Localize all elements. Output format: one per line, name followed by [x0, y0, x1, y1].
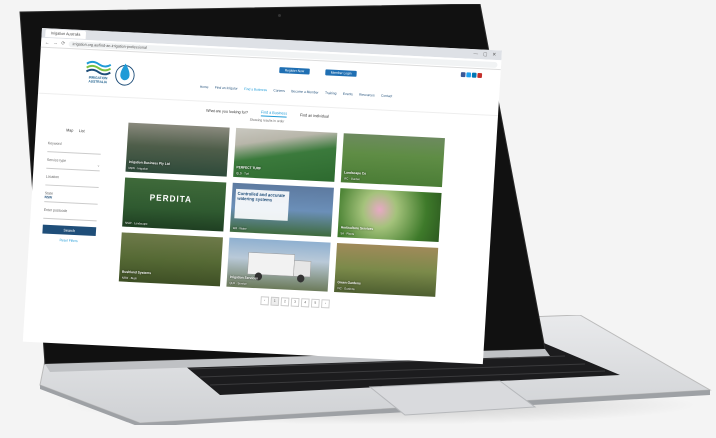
nav-item[interactable]: Find an Irrigator	[215, 86, 238, 91]
card-meta: QLD · Service	[229, 280, 247, 286]
card-caption: Bushland Systems	[122, 269, 152, 276]
register-button[interactable]: Register Now	[279, 67, 310, 75]
irrigation-australia-logo[interactable]: IRRIGATION AUSTRALIA	[85, 60, 112, 87]
tab-find-individual[interactable]: Find an Individual	[300, 112, 329, 118]
business-card[interactable]: Horticulture Services SA · Plants	[337, 188, 442, 243]
reload-icon[interactable]: ⟳	[61, 40, 65, 46]
logo-text: IRRIGATION AUSTRALIA	[88, 75, 108, 85]
card-banner-text: Controlled and accurate watering systems	[234, 188, 290, 221]
pager-prev[interactable]: ‹	[260, 296, 270, 306]
toggle-map[interactable]: Map	[66, 127, 73, 132]
pager-next[interactable]: ›	[321, 299, 330, 309]
finder-question: What are you looking for?	[205, 107, 249, 115]
filter-sidebar: Map List Keyword Service type ⌄ Location…	[35, 119, 107, 298]
member-login-button[interactable]: Member Login	[325, 69, 358, 77]
twitter-icon[interactable]	[466, 72, 472, 78]
window-controls[interactable]: — ▢ ✕	[473, 51, 498, 58]
chevron-down-icon: ⌄	[96, 162, 101, 168]
business-card[interactable]: Controlled and accurate watering systems…	[229, 182, 334, 237]
pager-page[interactable]: 1	[270, 296, 280, 306]
nav-item[interactable]: Find a Business	[244, 87, 267, 92]
card-meta: NSW · Landscape	[125, 220, 148, 226]
state-value: NSW	[44, 195, 53, 200]
screen: Irrigation Australia — ▢ ✕ ← → ⟳ irrigat…	[22, 28, 503, 365]
nav-item[interactable]: Contact	[381, 94, 392, 98]
pagination: ‹ 1 2 3 4 5 ›	[260, 296, 330, 309]
card-caption: Horticulture Services	[340, 225, 374, 231]
card-overlay-text: PERDITA	[149, 192, 193, 205]
card-caption: Green Gardens	[337, 280, 361, 286]
pager-page[interactable]: 3	[290, 297, 300, 307]
card-meta: QLD · Turf	[236, 171, 250, 176]
nav-item[interactable]: Resources	[359, 93, 375, 98]
nav-item[interactable]: Training	[325, 91, 337, 95]
webcam-dot	[278, 14, 281, 17]
laptop-lid: Irrigation Australia — ▢ ✕ ← → ⟳ irrigat…	[10, 4, 550, 396]
waves-logo-icon	[85, 60, 112, 76]
water-drop-icon	[115, 63, 135, 86]
business-card[interactable]: Irrigation Services QLD · Service	[226, 237, 331, 292]
location-label: Location	[45, 174, 60, 180]
social-links	[460, 72, 483, 79]
water-drop-logo[interactable]	[114, 59, 136, 87]
pager-page[interactable]: 4	[300, 298, 310, 308]
facebook-icon[interactable]	[460, 72, 466, 78]
business-card[interactable]: Green Gardens VIC · Gardens	[334, 242, 439, 297]
forward-icon[interactable]: →	[53, 40, 58, 46]
business-card[interactable]: PERDITA NSW · Landscape	[122, 177, 227, 232]
card-meta: VIC · Gardens	[336, 286, 355, 291]
business-grid: Irrigation Business Pty Ltd NSW · Irriga…	[118, 122, 445, 297]
view-toggle: Map List	[45, 126, 106, 134]
nav-item[interactable]: Home	[200, 85, 209, 89]
results-area: Map List Keyword Service type ⌄ Location…	[23, 118, 497, 364]
card-meta: NSW · Irrigation	[128, 165, 149, 171]
keyword-label: Keyword	[47, 141, 62, 146]
tab-find-business[interactable]: Find a Business	[260, 108, 288, 118]
nav-item[interactable]: Events	[343, 92, 353, 96]
back-icon[interactable]: ←	[45, 39, 50, 45]
card-meta: VIC · Garden	[343, 176, 361, 182]
reset-filters-link[interactable]: Reset Filters	[38, 237, 99, 244]
card-caption: PERFECT TURF	[236, 165, 262, 171]
business-card[interactable]: PERFECT TURF QLD · Turf	[233, 127, 338, 182]
nav-item[interactable]: Become a Member	[291, 89, 318, 94]
linkedin-icon[interactable]	[471, 72, 477, 78]
keyword-field[interactable]: Keyword	[47, 141, 102, 155]
service-type-select[interactable]: Service type ⌄	[46, 157, 101, 172]
postcode-field[interactable]: Enter postcode	[43, 207, 98, 222]
nav-item[interactable]: Careers	[273, 88, 285, 92]
postcode-label: Enter postcode	[43, 207, 68, 214]
card-meta: NSW · Bush	[121, 275, 138, 281]
toggle-list[interactable]: List	[79, 128, 85, 133]
state-select[interactable]: State NSW	[44, 191, 99, 205]
business-card[interactable]: Bushland Systems NSW · Bush	[118, 232, 223, 287]
pager-page[interactable]: 2	[280, 297, 290, 307]
card-caption: Landscape Co	[344, 170, 367, 176]
main-nav: Home Find an Irrigator Find a Business C…	[200, 85, 393, 98]
location-field[interactable]: Location	[45, 174, 100, 189]
service-label: Service type	[46, 157, 67, 163]
search-button[interactable]: Search	[42, 224, 97, 237]
card-meta: WA · Water	[232, 226, 247, 231]
card-caption: Irrigation Business Pty Ltd	[128, 160, 170, 166]
business-card[interactable]: Landscape Co VIC · Garden	[340, 133, 445, 188]
pager-page[interactable]: 5	[310, 298, 320, 308]
card-meta: SA · Plants	[340, 231, 355, 236]
youtube-icon[interactable]	[477, 72, 483, 79]
business-card[interactable]: Irrigation Business Pty Ltd NSW · Irriga…	[125, 122, 230, 177]
